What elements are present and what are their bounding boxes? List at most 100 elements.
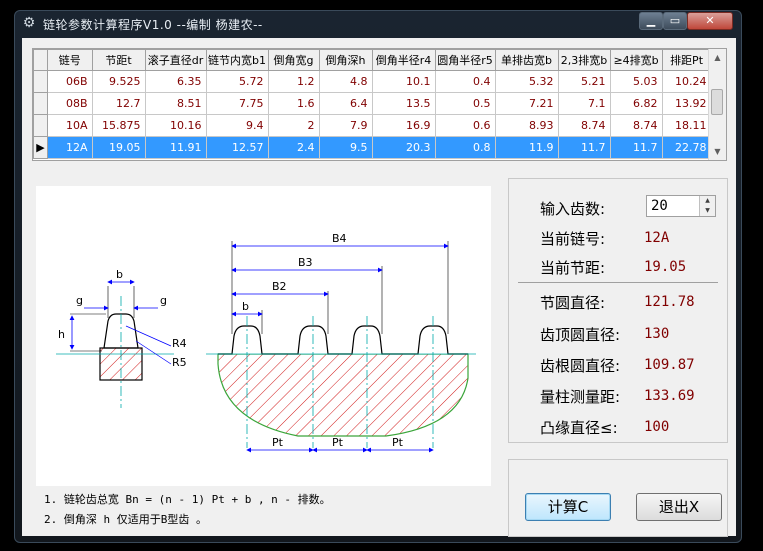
column-header[interactable]: 2,3排宽b	[557, 49, 611, 71]
table-cell[interactable]: 11.9	[494, 136, 559, 159]
table-row[interactable]: 06B 9.525 6.35 5.72 1.2 4.8 10.1 0.4 5.3…	[33, 70, 712, 93]
table-cell[interactable]: 9.4	[205, 114, 269, 137]
table-row[interactable]: 10A 15.875 10.16 9.4 2 7.9 16.9 0.6 8.93…	[33, 114, 712, 137]
table-cell[interactable]: 8.93	[494, 114, 559, 137]
table-cell[interactable]: 06B	[47, 70, 93, 93]
table-cell[interactable]: 19.05	[91, 136, 146, 159]
table-cell[interactable]: 8.74	[609, 114, 663, 137]
column-header[interactable]: 圆角半径r5	[434, 49, 496, 71]
column-header[interactable]: 倒角深h	[318, 49, 373, 71]
table-cell[interactable]: 7.21	[494, 92, 559, 115]
table-cell[interactable]: 6.82	[609, 92, 663, 115]
table-cell[interactable]: 2	[267, 114, 320, 137]
flange-diameter-value: 100	[644, 419, 670, 435]
table-cell[interactable]: 5.72	[205, 70, 269, 93]
table-cell[interactable]: 8.74	[557, 114, 611, 137]
table-cell[interactable]: 2.4	[267, 136, 320, 159]
table-cell[interactable]: 13.5	[371, 92, 436, 115]
pitch-value: 19.05	[644, 259, 687, 275]
column-header[interactable]: 单排齿宽b	[494, 49, 559, 71]
row-marker[interactable]: ▶	[33, 136, 48, 159]
spin-down-arrow-icon[interactable]: ▼	[699, 206, 715, 216]
table-cell[interactable]: 11.7	[557, 136, 611, 159]
table-cell[interactable]: 0.4	[434, 70, 496, 93]
column-header[interactable]: 排距Pt	[661, 49, 712, 71]
table-cell[interactable]: 9.5	[318, 136, 373, 159]
table-cell[interactable]: 9.525	[91, 70, 146, 93]
column-header[interactable]: 倒角半径r4	[371, 49, 436, 71]
table-row-selected[interactable]: ▶ 12A 19.05 11.91 12.57 2.4 9.5 20.3 0.8…	[33, 136, 712, 159]
table-cell[interactable]: 22.78	[661, 136, 712, 159]
table-cell[interactable]: 1.6	[267, 92, 320, 115]
maximize-button[interactable]: ▭	[663, 12, 687, 30]
table-cell[interactable]: 8.51	[144, 92, 207, 115]
table-cell[interactable]: 11.7	[609, 136, 663, 159]
app-window: ⚙ 链轮参数计算程序V1.0 --编制 杨建农-- ▁ ▭ ✕ 链号 节距t 滚…	[14, 10, 742, 543]
table-cell[interactable]: 6.35	[144, 70, 207, 93]
table-cell[interactable]: 12.57	[205, 136, 269, 159]
dim-r5-label: R5	[172, 356, 187, 369]
window-title: 链轮参数计算程序V1.0 --编制 杨建农--	[43, 18, 263, 32]
table-cell[interactable]: 08B	[47, 92, 93, 115]
chain-number-label: 当前链号:	[540, 230, 606, 248]
teeth-count-input[interactable]	[647, 196, 701, 216]
table-cell[interactable]: 10.16	[144, 114, 207, 137]
chain-parameter-grid[interactable]: 链号 节距t 滚子直径dr 链节内宽b1 倒角宽g 倒角深h 倒角半径r4 圆角…	[32, 48, 727, 161]
row-marker[interactable]	[33, 70, 48, 93]
column-header[interactable]: 节距t	[91, 49, 146, 71]
exit-button[interactable]: 退出X	[636, 493, 722, 521]
table-cell[interactable]: 4.8	[318, 70, 373, 93]
table-cell[interactable]: 12.7	[91, 92, 146, 115]
table-cell[interactable]: 7.9	[318, 114, 373, 137]
scroll-thumb[interactable]	[711, 89, 723, 115]
table-cell[interactable]: 0.5	[434, 92, 496, 115]
table-cell[interactable]: 7.1	[557, 92, 611, 115]
multi-strand-profile	[206, 241, 476, 453]
table-cell[interactable]: 1.2	[267, 70, 320, 93]
column-header[interactable]: 链节内宽b1	[205, 49, 269, 71]
table-cell[interactable]: 10.24	[661, 70, 712, 93]
scroll-up-arrow-icon[interactable]: ▲	[709, 49, 726, 66]
table-cell[interactable]: 6.4	[318, 92, 373, 115]
table-cell[interactable]: 15.875	[91, 114, 146, 137]
dim-pt-label-1: Pt	[272, 436, 284, 449]
teeth-label: 输入齿数:	[540, 200, 606, 218]
table-cell[interactable]: 16.9	[371, 114, 436, 137]
title-bar[interactable]: ⚙ 链轮参数计算程序V1.0 --编制 杨建农-- ▁ ▭ ✕	[15, 11, 741, 37]
column-header[interactable]: 链号	[47, 49, 93, 71]
table-cell[interactable]: 10.1	[371, 70, 436, 93]
pitch-diameter-label: 节圆直径:	[540, 294, 606, 312]
table-cell[interactable]: 11.91	[144, 136, 207, 159]
table-cell[interactable]: 7.75	[205, 92, 269, 115]
column-header[interactable]: ≥4排宽b	[609, 49, 663, 71]
table-cell[interactable]: 18.11	[661, 114, 712, 137]
dim-g-left-label: g	[76, 294, 83, 307]
row-marker[interactable]	[33, 114, 48, 137]
scroll-down-arrow-icon[interactable]: ▼	[709, 143, 726, 160]
dim-b4-label: B4	[332, 232, 347, 245]
table-cell[interactable]: 5.21	[557, 70, 611, 93]
close-button[interactable]: ✕	[687, 12, 733, 30]
calculate-button[interactable]: 计算C	[525, 493, 611, 521]
table-cell[interactable]: 20.3	[371, 136, 436, 159]
table-cell[interactable]: 5.03	[609, 70, 663, 93]
column-header[interactable]: 倒角宽g	[267, 49, 320, 71]
flange-diameter-label: 凸缘直径≤:	[540, 419, 618, 437]
table-cell[interactable]: 0.6	[434, 114, 496, 137]
teeth-count-stepper[interactable]: ▲ ▼	[646, 195, 716, 217]
table-cell[interactable]: 10A	[47, 114, 93, 137]
tip-diameter-value: 130	[644, 326, 670, 342]
column-header[interactable]: 滚子直径dr	[144, 49, 207, 71]
table-cell[interactable]: 5.32	[494, 70, 559, 93]
table-row[interactable]: 08B 12.7 8.51 7.75 1.6 6.4 13.5 0.5 7.21…	[33, 92, 712, 115]
dim-r4-label: R4	[172, 337, 187, 350]
row-header-corner	[33, 49, 48, 71]
table-cell[interactable]: 0.8	[434, 136, 496, 159]
row-marker[interactable]	[33, 92, 48, 115]
dim-h-label: h	[58, 328, 65, 341]
table-cell[interactable]: 13.92	[661, 92, 712, 115]
note-line: 2. 倒角深 h 仅适用于B型齿 。	[44, 513, 207, 526]
minimize-button[interactable]: ▁	[639, 12, 663, 30]
vertical-scrollbar[interactable]: ▲ ▼	[708, 49, 726, 160]
table-cell[interactable]: 12A	[47, 136, 93, 159]
